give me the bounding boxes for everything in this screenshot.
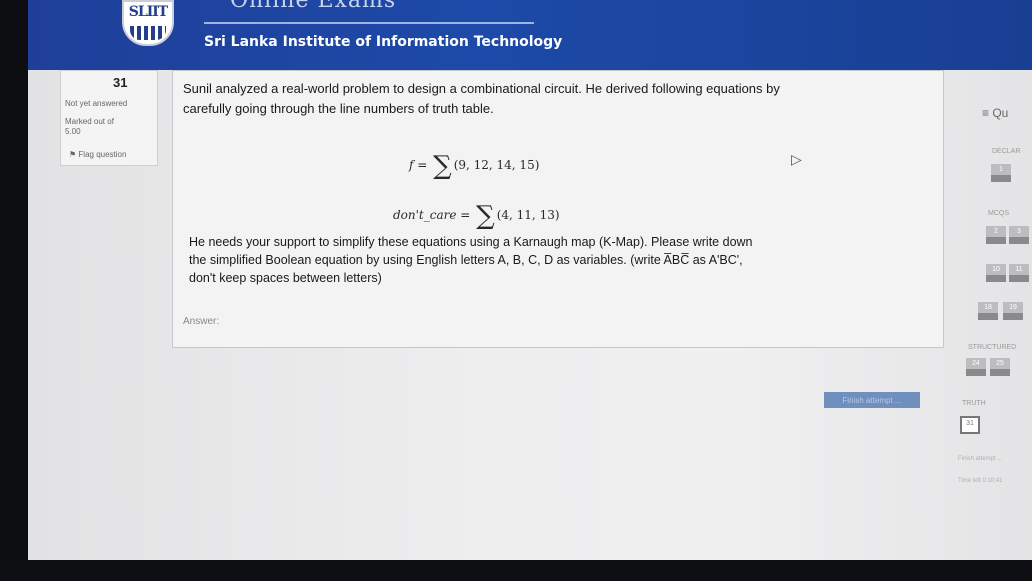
time-left: Time left 0:10:41 bbox=[958, 478, 1003, 484]
nav-question-button[interactable]: 18 bbox=[978, 302, 998, 320]
monitor-bezel bbox=[0, 560, 1032, 581]
equation-f-terms: (9, 12, 14, 15) bbox=[453, 158, 540, 172]
equation-f: f = ∑ (9, 12, 14, 15) bbox=[409, 151, 539, 181]
nav-question-button[interactable]: 11 bbox=[1009, 264, 1029, 282]
nav-question-button[interactable]: 24 bbox=[966, 358, 986, 376]
question-number: 31 bbox=[113, 75, 128, 90]
finish-attempt-button[interactable]: Finish attempt ... bbox=[824, 392, 920, 408]
equation-dont-care-lhs: don't_care = bbox=[393, 208, 475, 222]
sigma-symbol: ∑ bbox=[476, 201, 495, 231]
flag-question-label: Flag question bbox=[78, 150, 127, 159]
nav-question-button[interactable]: 3 bbox=[1009, 226, 1029, 244]
question-instruction: He needs your support to simplify these … bbox=[189, 235, 753, 285]
marked-out-of-label: Marked out of bbox=[65, 117, 114, 126]
flag-question-link[interactable]: ⚑ Flag question bbox=[69, 150, 126, 159]
section-label: STRUCTURED bbox=[968, 344, 1017, 351]
flag-icon: ⚑ bbox=[69, 150, 77, 159]
question-info-box: 31 Not yet answered Marked out of 5.00 ⚑… bbox=[60, 70, 158, 166]
question-status: Not yet answered bbox=[65, 99, 128, 108]
equation-dont-care-terms: (4, 11, 13) bbox=[496, 208, 560, 222]
question-marks: 5.00 bbox=[65, 127, 81, 136]
nav-question-button[interactable]: 19 bbox=[1003, 302, 1023, 320]
logo-emblem bbox=[130, 26, 166, 40]
nav-question-button[interactable]: 1 bbox=[991, 164, 1011, 182]
finish-attempt-link[interactable]: Finish attempt ... bbox=[958, 456, 1002, 462]
sigma-symbol: ∑ bbox=[433, 151, 452, 181]
equation-dont-care: don't_care = ∑ (4, 11, 13) bbox=[393, 201, 560, 231]
cursor-icon: ▷ bbox=[791, 151, 802, 167]
answer-label: Answer: bbox=[183, 316, 220, 327]
navigation-title: ≡ Qu bbox=[982, 106, 1008, 120]
nav-question-button[interactable]: 10 bbox=[986, 264, 1006, 282]
section-label: DECLAR bbox=[992, 148, 1021, 155]
logo-text: SLIIT bbox=[128, 4, 168, 20]
institute-name: Sri Lanka Institute of Information Techn… bbox=[204, 34, 563, 50]
nav-question-button[interactable]: 2 bbox=[986, 226, 1006, 244]
section-label: MCQS bbox=[988, 210, 1009, 217]
banner-title: Online Exams bbox=[230, 0, 397, 13]
quiz-navigation: ≡ Qu DECLAR 1 MCQS 2 3 10 11 18 19 STRUC… bbox=[958, 86, 1032, 506]
question-content: Sunil analyzed a real-world problem to d… bbox=[172, 70, 944, 348]
menu-icon: ≡ Qu bbox=[982, 106, 1009, 120]
banner-divider bbox=[204, 22, 534, 24]
nav-question-button[interactable]: 25 bbox=[990, 358, 1010, 376]
question-intro: Sunil analyzed a real-world problem to d… bbox=[183, 81, 780, 116]
site-header: SLIIT Online Exams Sri Lanka Institute o… bbox=[28, 0, 1032, 70]
nav-current-question-button[interactable]: 31 bbox=[960, 416, 980, 434]
answer-input[interactable] bbox=[233, 313, 637, 331]
exam-screen: SLIIT Online Exams Sri Lanka Institute o… bbox=[28, 0, 1032, 560]
section-label: TRUTH bbox=[962, 400, 986, 407]
sliit-logo: SLIIT bbox=[122, 0, 174, 46]
equation-f-lhs: f = bbox=[409, 158, 432, 172]
